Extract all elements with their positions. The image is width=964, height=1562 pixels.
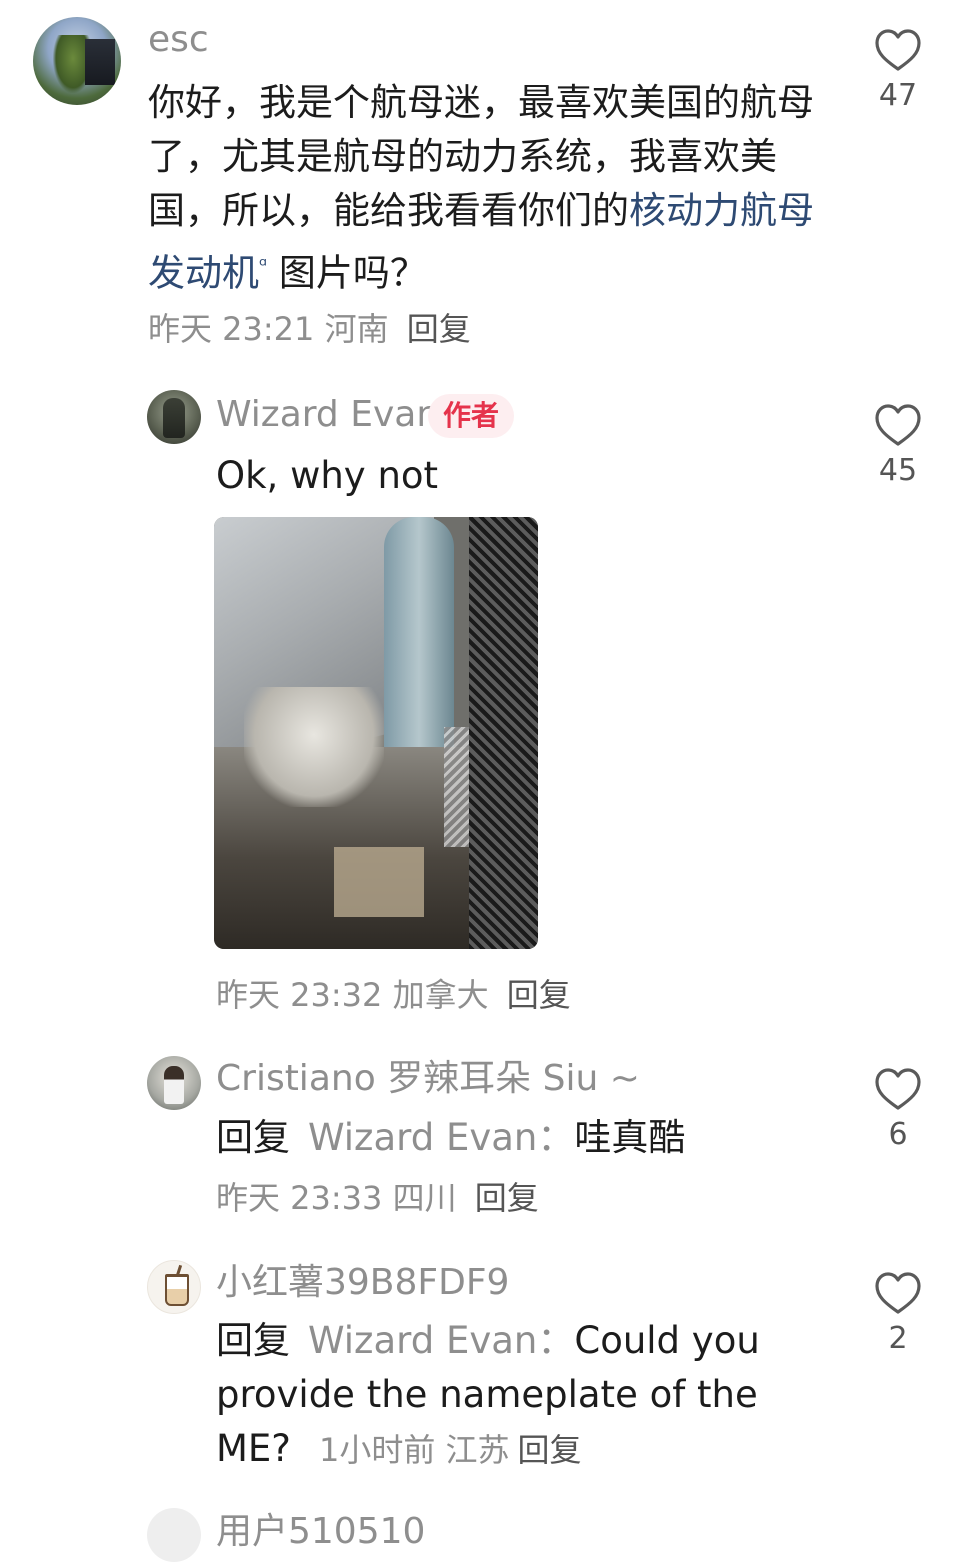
comment-text: Ok, why not — [216, 454, 439, 497]
avatar-building — [85, 39, 115, 85]
comment-time: 昨天 23:21 — [148, 310, 315, 348]
comment-meta: 昨天 23:33 四川 回复 — [216, 1178, 539, 1218]
reply-button[interactable]: 回复 — [475, 1179, 539, 1217]
avatar[interactable] — [147, 390, 201, 444]
like-count: 47 — [878, 78, 918, 113]
reply-message: 哇真酷 — [574, 1116, 686, 1159]
like-count: 45 — [878, 453, 918, 488]
comment-text: 你好，我是个航母迷，最喜欢美国的航母了，尤其是航母的动力系统，我喜欢美国，所以，… — [148, 76, 818, 300]
heart-outline-icon — [875, 404, 921, 446]
reply-button[interactable]: 回复 — [407, 310, 471, 348]
photo-pipe — [384, 517, 454, 747]
comment-location: 江苏 — [445, 1431, 510, 1469]
avatar[interactable] — [33, 17, 121, 105]
avatar[interactable] — [147, 1056, 201, 1110]
comment-time: 昨天 23:33 — [216, 1179, 383, 1217]
photo-box — [334, 847, 424, 917]
reply-button[interactable]: 回复 — [507, 976, 571, 1014]
comment-username[interactable]: 用户510510 — [216, 1512, 425, 1552]
comment-image[interactable] — [214, 517, 538, 949]
comment-username[interactable]: Cristiano 罗辣耳朵 Siu ~ — [216, 1057, 640, 1101]
like-button[interactable]: 6 — [858, 1066, 938, 1154]
reply-prefix: 回复 — [216, 1116, 290, 1159]
reply-button[interactable]: 回复 — [518, 1431, 582, 1469]
comment-location: 河南 — [324, 310, 389, 348]
avatar[interactable] — [147, 1260, 201, 1314]
comment-text: 回复 Wizard Evan：哇真酷 — [216, 1111, 685, 1165]
avatar-figure — [163, 398, 185, 438]
heart-outline-icon — [875, 1068, 921, 1110]
reply-target[interactable]: Wizard Evan： — [308, 1116, 574, 1159]
search-icon[interactable]: ᵅ — [259, 253, 267, 277]
photo-duct — [244, 687, 384, 807]
photo-railing — [469, 517, 538, 949]
reply-prefix: 回复 — [216, 1319, 290, 1362]
avatar-figure — [164, 1066, 184, 1104]
like-button[interactable]: 2 — [858, 1270, 938, 1358]
comment-username[interactable]: esc — [148, 18, 209, 62]
comment-meta: 昨天 23:32 加拿大 回复 — [216, 975, 571, 1015]
comment-location: 加拿大 — [392, 976, 489, 1014]
like-button[interactable]: 45 — [858, 402, 938, 490]
heart-outline-icon — [875, 29, 921, 71]
bubble-tea-icon — [165, 1274, 189, 1306]
like-count: 2 — [888, 1321, 908, 1356]
heart-outline-icon — [875, 1272, 921, 1314]
avatar[interactable] — [147, 1508, 201, 1562]
like-count: 6 — [888, 1117, 908, 1152]
comment-meta: 昨天 23:21 河南 回复 — [148, 309, 471, 349]
author-badge: 作者 — [428, 394, 515, 438]
comment-location: 四川 — [392, 1179, 457, 1217]
comment-text: 回复 Wizard Evan：Could you provide the name… — [216, 1314, 776, 1476]
like-button[interactable]: 47 — [858, 27, 938, 115]
reply-target[interactable]: Wizard Evan： — [308, 1319, 574, 1362]
comment-username[interactable]: 小红薯39B8FDF9 — [216, 1261, 509, 1305]
comment-username[interactable]: Wizard Evan — [216, 393, 439, 437]
comment-time: 1小时前 — [318, 1431, 436, 1469]
comment-meta: 1小时前 江苏 回复 — [319, 1431, 582, 1469]
comment-text-part: 图片吗？ — [267, 251, 427, 295]
comment-time: 昨天 23:32 — [216, 976, 383, 1014]
